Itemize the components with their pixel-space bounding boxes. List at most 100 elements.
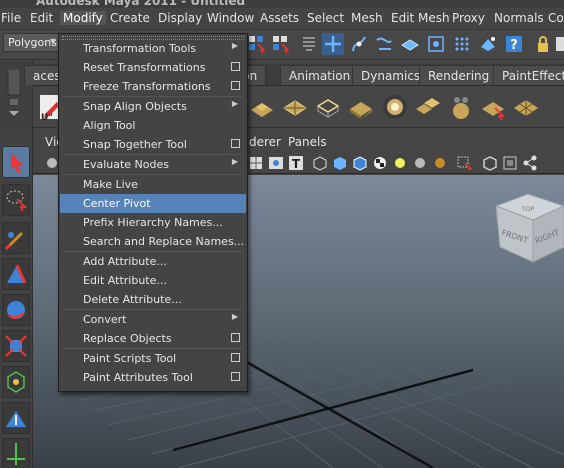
tab-animation[interactable]: Animation	[280, 65, 360, 85]
xray-joints-icon[interactable]	[501, 154, 519, 172]
select-by-object-icon[interactable]	[270, 33, 292, 55]
menu-item-transformation-tools[interactable]: Transformation Tools ▶	[60, 39, 246, 58]
menu-item-reset-transformations[interactable]: Reset Transformations	[60, 58, 246, 77]
menu-item-add-attribute[interactable]: Add Attribute...	[60, 252, 246, 271]
menu-item-delete-attribute[interactable]: Delete Attribute...	[60, 290, 246, 309]
manipulator-tool[interactable]	[2, 366, 30, 398]
bevel-icon[interactable]	[313, 92, 343, 122]
make-live-icon[interactable]	[425, 33, 447, 55]
extrude-icon[interactable]	[247, 92, 277, 122]
menu-proxy[interactable]: Proxy	[452, 11, 485, 25]
menu-item-snap-together-tool[interactable]: Snap Together Tool	[60, 135, 246, 154]
move-tool[interactable]	[2, 258, 30, 290]
lock-selection-icon[interactable]	[298, 33, 320, 55]
shelf-scroll-icon[interactable]	[6, 69, 22, 117]
menu-edit-mesh[interactable]: Edit Mesh	[391, 11, 450, 25]
menu-item-paint-scripts-tool[interactable]: Paint Scripts Tool	[60, 349, 246, 368]
soft-mod-tool[interactable]	[2, 402, 30, 434]
view-cube[interactable]: TOP FRONT RIGHT	[494, 193, 564, 263]
smooth-shade-icon[interactable]	[331, 154, 349, 172]
textures-icon[interactable]	[371, 154, 389, 172]
option-box-icon[interactable]	[231, 139, 240, 148]
menu-item-convert[interactable]: Convert ▶	[60, 310, 246, 329]
render-icon[interactable]	[477, 33, 499, 55]
construction-history-icon[interactable]	[451, 33, 473, 55]
mode-selector[interactable]: Polygons ▼	[3, 33, 59, 52]
menu-edit[interactable]: Edit	[30, 11, 53, 25]
menu-item-replace-objects[interactable]: Replace Objects	[60, 329, 246, 348]
scale-tool[interactable]	[2, 330, 30, 362]
select-by-hierarchy-icon[interactable]	[246, 33, 268, 55]
menu-item-evaluate-nodes[interactable]: Evaluate Nodes ▶	[60, 155, 246, 174]
menu-item-label: Center Pivot	[83, 197, 151, 210]
text-icon[interactable]: T	[287, 154, 305, 172]
menu-item-paint-attributes-tool[interactable]: Paint Attributes Tool	[60, 368, 246, 387]
show-manipulator-tool[interactable]	[2, 438, 30, 468]
paint-select-tool[interactable]	[2, 222, 30, 254]
lock-icon[interactable]	[532, 33, 554, 55]
option-box-icon[interactable]	[231, 81, 240, 90]
snap-to-point-icon[interactable]	[373, 33, 395, 55]
menu-item-edit-attribute[interactable]: Edit Attribute...	[60, 271, 246, 290]
lasso-tool[interactable]	[2, 184, 30, 216]
help-icon[interactable]: ?	[503, 33, 525, 55]
tab-rendering[interactable]: Rendering	[419, 65, 499, 85]
menu-item-label: Convert	[83, 313, 127, 326]
menu-normals[interactable]: Normals	[494, 11, 544, 25]
panel-menu-panels[interactable]: Panels	[288, 135, 327, 149]
wireframe-icon[interactable]	[311, 154, 329, 172]
svg-text:?: ?	[510, 38, 518, 53]
select-faces-icon[interactable]	[479, 92, 509, 122]
panel-menu-renderer[interactable]: derer	[249, 135, 281, 149]
modify-menu: Transformation Tools ▶ Reset Transformatio…	[58, 33, 248, 392]
material-icon[interactable]	[431, 154, 449, 172]
menu-item-freeze-transformations[interactable]: Freeze Transformations	[60, 77, 246, 96]
lights-icon[interactable]	[391, 154, 409, 172]
menu-window[interactable]: Window	[207, 11, 254, 25]
separate-icon[interactable]	[446, 92, 476, 122]
submenu-arrow-icon: ▶	[231, 312, 238, 321]
share-icon[interactable]	[521, 154, 539, 172]
menu-item-search-and-replace-names[interactable]: Search and Replace Names...	[60, 232, 246, 251]
split-polygon-icon[interactable]	[280, 92, 310, 122]
select-tool[interactable]	[2, 146, 30, 178]
bridge-icon[interactable]	[346, 92, 376, 122]
tab-dynamics[interactable]: Dynamics	[352, 65, 430, 85]
menu-modify[interactable]: Modify	[60, 11, 106, 25]
snap-to-curve-icon[interactable]	[348, 33, 370, 55]
snap-to-grid-icon[interactable]	[322, 33, 344, 55]
option-box-icon[interactable]	[231, 372, 240, 381]
menu-file[interactable]: File	[1, 11, 21, 25]
menu-display[interactable]: Display	[158, 11, 202, 25]
tab-painteffects[interactable]: PaintEffects	[493, 65, 564, 85]
shaded-wire-icon[interactable]	[351, 154, 369, 172]
plane-grid-icon[interactable]	[511, 92, 541, 122]
xray-icon[interactable]	[481, 154, 499, 172]
snap-to-view-plane-icon[interactable]	[399, 33, 421, 55]
viewcube-top-label: TOP	[521, 206, 534, 213]
grid-toggle-icon[interactable]	[247, 154, 265, 172]
menu-create[interactable]: Create	[110, 11, 150, 25]
menu-item-make-live[interactable]: Make Live	[60, 175, 246, 194]
chevron-down-icon: ▼	[49, 37, 56, 46]
menu-color[interactable]: Col	[548, 11, 564, 25]
option-box-icon[interactable]	[231, 62, 240, 71]
menu-item-snap-align-objects[interactable]: Snap Align Objects ▶	[60, 97, 246, 116]
menu-item-prefix-hierarchy-names[interactable]: Prefix Hierarchy Names...	[60, 213, 246, 232]
shadows-icon[interactable]	[411, 154, 429, 172]
menu-item-label: Align Tool	[83, 119, 136, 132]
menu-item-center-pivot[interactable]: Center Pivot	[60, 194, 246, 213]
option-box-icon[interactable]	[231, 353, 240, 362]
attribute-editor-icon[interactable]	[554, 33, 564, 55]
image-plane-icon[interactable]	[267, 154, 285, 172]
svg-text:U": U"	[41, 113, 53, 122]
option-box-icon[interactable]	[231, 333, 240, 342]
combine-icon[interactable]	[413, 92, 443, 122]
menu-mesh[interactable]: Mesh	[351, 11, 383, 25]
menu-select[interactable]: Select	[307, 11, 344, 25]
isolate-select-icon[interactable]	[455, 154, 473, 172]
smooth-icon[interactable]	[380, 92, 410, 122]
menu-assets[interactable]: Assets	[260, 11, 299, 25]
rotate-tool[interactable]	[2, 294, 30, 326]
menu-item-align-tool[interactable]: Align Tool	[60, 116, 246, 135]
